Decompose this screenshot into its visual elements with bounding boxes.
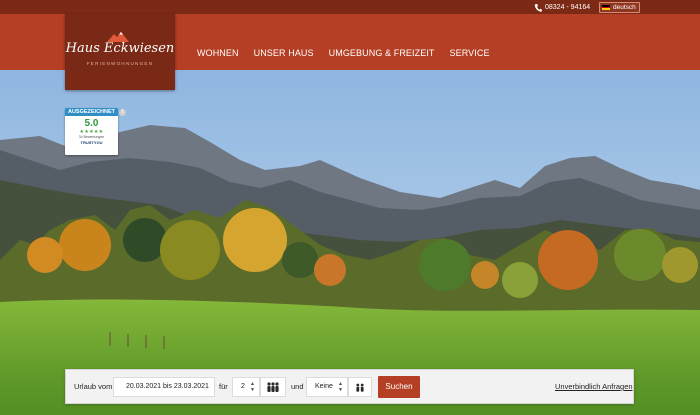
date-range-input[interactable]: 20.03.2021 bis 23.03.2021 [113,377,215,397]
trustyou-badge[interactable]: AUSGEZEICHNET 5.0 ★★★★★ 34 Bewertungen T… [65,108,118,155]
badge-brand: TRUSTYOU [80,140,103,145]
nav-item-service[interactable]: SERVICE [450,48,490,59]
search-button[interactable]: Suchen [378,376,420,398]
phone-icon [534,3,542,12]
badge-score: 5.0 [84,118,99,129]
non-binding-inquiry-link[interactable]: Unverbindlich Anfragen [555,382,633,392]
for-label: für [219,382,228,391]
badge-header: AUSGEZEICHNET [65,108,118,116]
nav-item-wohnen[interactable]: WOHNEN [197,48,239,59]
booking-bar: Urlaub vom 20.03.2021 bis 23.03.2021 für… [65,369,634,404]
top-bar: 08324 - 94164 deutsch [0,0,700,14]
and-label: und [291,382,304,391]
children-select[interactable]: Keine ▲ ▼ [306,377,348,397]
adults-select[interactable]: 2 ▲ ▼ [232,377,260,397]
phone-number: 08324 - 94164 [545,4,591,11]
children-value: Keine [315,383,333,390]
select-arrows-icon: ▲ ▼ [250,381,255,393]
german-flag-icon [602,5,610,10]
adults-value: 2 [241,383,245,390]
main-menu: WOHNEN UNSER HAUS UMGEBUNG & FREIZEIT SE… [197,48,490,59]
logo-subtitle: FERIENWOHNUNGEN [86,61,154,66]
language-selector[interactable]: deutsch [599,2,640,13]
site-logo[interactable]: Haus Eckwiesen FERIENWOHNUNGEN [65,14,175,90]
phone-contact[interactable]: 08324 - 94164 [534,2,590,13]
nav-item-umgebung-freizeit[interactable]: UMGEBUNG & FREIZEIT [329,48,435,59]
adults-icon-button[interactable] [260,377,286,397]
nav-item-unser-haus[interactable]: UNSER HAUS [254,48,314,59]
logo-title: Haus Eckwiesen [65,41,175,56]
select-arrows-icon: ▲ ▼ [338,381,343,393]
adults-group-icon [267,382,279,392]
language-label: deutsch [613,4,636,11]
children-icon-button[interactable] [348,377,372,397]
info-icon[interactable]: i [119,109,126,116]
vacation-from-label: Urlaub vom [74,382,113,391]
children-icon [356,383,364,392]
